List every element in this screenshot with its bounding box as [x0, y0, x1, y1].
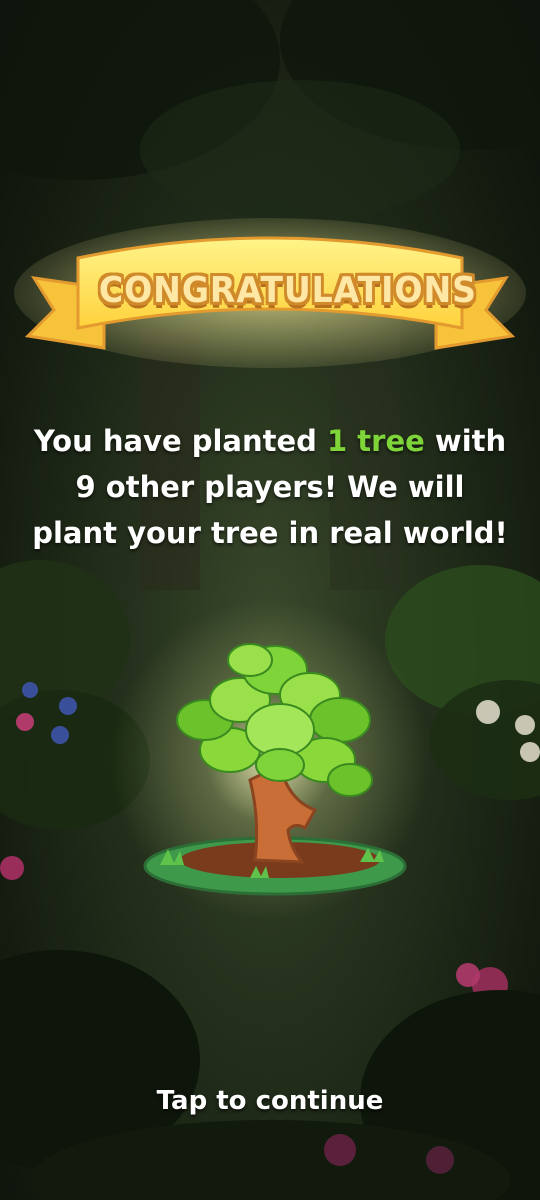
message-text-part1: You have planted [33, 424, 328, 458]
message-text-part2: with [424, 424, 507, 458]
planted-message: You have planted 1 tree with 9 other pla… [20, 418, 520, 556]
tree-count-highlight: 1 tree [327, 424, 425, 458]
tree-icon [110, 600, 430, 910]
congratulations-title: CONGRATULATIONS [98, 270, 477, 311]
message-line-3: plant your tree in real world! [32, 516, 508, 550]
congratulations-banner: CONGRATULATIONS [14, 218, 526, 368]
message-line-1: You have planted 1 tree with [20, 418, 520, 464]
tap-to-continue-button[interactable]: Tap to continue [0, 1086, 540, 1116]
message-line-2: 9 other players! We will [75, 470, 465, 504]
